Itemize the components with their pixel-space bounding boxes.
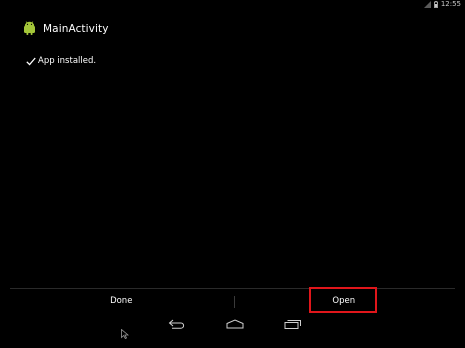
done-button[interactable]: Done: [10, 289, 233, 312]
install-screen: 12:55 MainActivity App installed. Done O…: [0, 0, 465, 348]
open-button[interactable]: Open: [233, 289, 456, 312]
check-icon: [26, 51, 36, 70]
mouse-cursor-icon: [121, 324, 130, 343]
clock: 12:55: [440, 0, 461, 8]
home-icon[interactable]: [226, 319, 244, 329]
install-status: App installed.: [26, 51, 96, 70]
page-title: MainActivity: [43, 23, 109, 35]
navigation-bar: [0, 314, 465, 348]
recents-icon[interactable]: [284, 319, 302, 329]
signal-icon: [423, 1, 431, 8]
back-icon[interactable]: [168, 319, 186, 329]
android-icon: [23, 20, 36, 39]
status-bar: 12:55: [0, 0, 465, 9]
battery-icon: [433, 1, 438, 8]
install-status-text: App installed.: [38, 55, 97, 66]
action-bar: MainActivity: [0, 18, 465, 40]
button-bar: Done Open: [10, 288, 455, 312]
